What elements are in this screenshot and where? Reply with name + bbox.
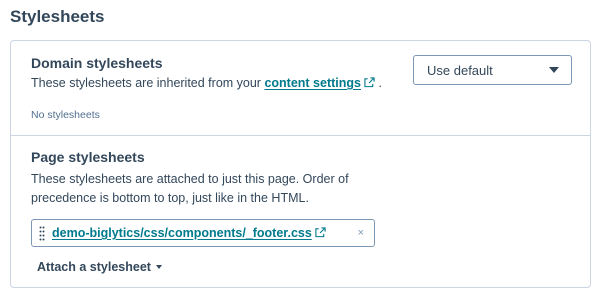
- domain-desc-prefix: These stylesheets are inherited from you…: [31, 76, 265, 90]
- chevron-down-icon: [155, 265, 162, 269]
- select-value: Use default: [427, 62, 493, 78]
- content-settings-link-label: content settings: [264, 76, 361, 90]
- page-stylesheets-title: Page stylesheets: [31, 149, 145, 165]
- chevron-down-icon: [549, 67, 559, 73]
- close-icon[interactable]: ×: [358, 227, 364, 239]
- attach-stylesheet-button[interactable]: Attach a stylesheet: [37, 260, 162, 274]
- domain-desc-suffix: .: [375, 76, 382, 90]
- drag-handle-icon[interactable]: [39, 226, 45, 241]
- page-stylesheets-section: Page stylesheets These stylesheets are a…: [11, 137, 590, 289]
- page-stylesheets-description-line-1: These stylesheets are attached to just t…: [31, 172, 349, 186]
- domain-stylesheets-title: Domain stylesheets: [31, 55, 163, 71]
- domain-stylesheet-select[interactable]: Use default: [413, 55, 572, 85]
- domain-stylesheets-section: Domain stylesheets These stylesheets are…: [11, 41, 590, 136]
- stylesheet-file-link[interactable]: demo-biglytics/css/components/_footer.cs…: [52, 226, 326, 240]
- page-stylesheets-description-line-2: precedence is bottom to top, just like i…: [31, 191, 309, 205]
- stylesheet-list-item: demo-biglytics/css/components/_footer.cs…: [31, 219, 375, 247]
- domain-stylesheets-description: These stylesheets are inherited from you…: [31, 73, 382, 93]
- no-stylesheets-text: No stylesheets: [31, 109, 100, 121]
- content-settings-link[interactable]: content settings: [264, 76, 375, 90]
- external-link-icon: [364, 77, 375, 88]
- attach-stylesheet-label: Attach a stylesheet: [37, 260, 151, 274]
- stylesheet-file-path: demo-biglytics/css/components/_footer.cs…: [52, 226, 312, 240]
- page-title: Stylesheets: [10, 7, 105, 26]
- stylesheets-panel: Domain stylesheets These stylesheets are…: [10, 40, 591, 288]
- external-link-icon: [315, 227, 326, 238]
